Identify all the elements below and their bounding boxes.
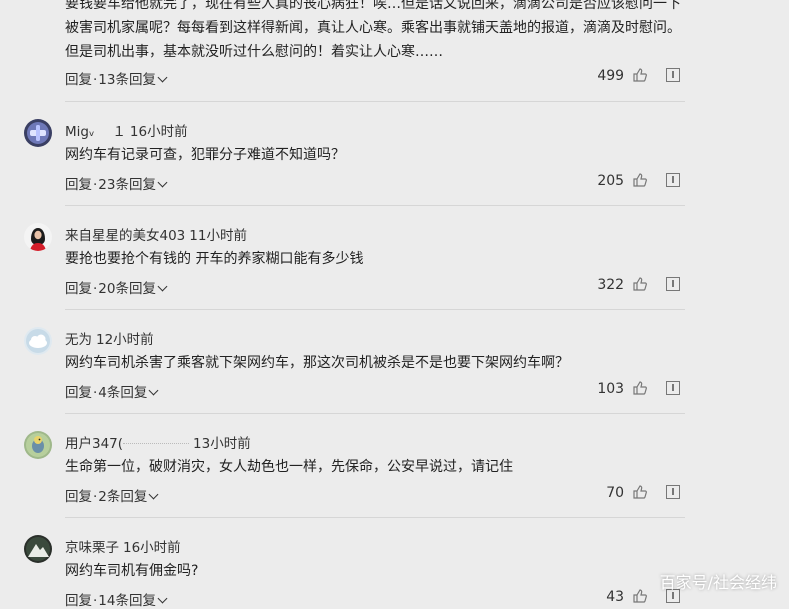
game-avatar-icon [24, 119, 52, 147]
username[interactable]: 京味栗子 [65, 540, 119, 556]
timestamp: 16小时前 [123, 540, 181, 556]
like-area: 499 [560, 67, 680, 84]
watermark: 百家号/社会经纬 [659, 573, 777, 592]
divider [65, 205, 685, 206]
comment-meta: 无为 12小时前 [65, 328, 154, 348]
reply-button[interactable]: 回复 [65, 177, 92, 193]
report-icon[interactable] [666, 381, 680, 395]
thumbs-up-icon[interactable] [632, 172, 648, 188]
like-count: 322 [597, 277, 625, 293]
avatar[interactable] [24, 327, 52, 355]
comment-actions: 回复·20条回复 [65, 277, 168, 297]
divider [65, 413, 685, 414]
like-count: 205 [597, 173, 625, 189]
comment-item: 京味栗子 16小时前 网约车司机有佣金吗? 回复·14条回复 43 [0, 520, 700, 609]
thumbs-up-icon[interactable] [632, 380, 648, 396]
comment-text: 网约车司机有佣金吗? [65, 563, 199, 579]
reply-button[interactable]: 回复 [65, 489, 92, 505]
comment-meta: 京味栗子 16小时前 [65, 536, 181, 556]
mountain-avatar-icon [24, 535, 52, 563]
timestamp: 12小时前 [96, 332, 154, 348]
view-replies-button[interactable]: 20条回复 [98, 281, 168, 297]
like-count: 103 [597, 381, 625, 397]
like-count: 70 [606, 485, 625, 501]
comment-actions: 回复·2条回复 [65, 485, 159, 505]
thumbs-up-icon[interactable] [632, 588, 648, 604]
chevron-down-icon [157, 177, 168, 188]
like-area: 205 [560, 172, 680, 189]
woman-avatar-icon [24, 223, 52, 251]
report-icon[interactable] [666, 68, 680, 82]
timestamp: 13小时前 [193, 436, 251, 452]
comment-text: 网约车有记录可查，犯罪分子难道不知道吗？ [65, 147, 345, 163]
comment-actions: 回复·4条回复 [65, 381, 159, 401]
like-area: 322 [560, 276, 680, 293]
reply-button[interactable]: 回复 [65, 72, 92, 88]
comment-text: 网约车司机杀害了乘客就下架网约车，那这次司机被杀是不是也要下架网约车啊？ [65, 355, 569, 371]
bird-avatar-icon [24, 431, 52, 459]
username[interactable]: 用户347( [65, 436, 123, 452]
comment-text: 要钱要车给他就完了，现在有些人真的丧心病狂！唉…但是话又说回来，滴滴公司是否应该… [65, 0, 705, 64]
view-replies-button[interactable]: 23条回复 [98, 177, 168, 193]
divider [65, 309, 685, 310]
thumbs-up-icon[interactable] [632, 276, 648, 292]
view-replies-button[interactable]: 4条回复 [98, 385, 159, 401]
like-count: 43 [606, 589, 625, 605]
comment-meta: 用户347( 13小时前 [65, 432, 251, 452]
comment-item: 用户347( 13小时前 生命第一位，破财消灾，女人劫色也一样，先保命，公安早说过… [0, 416, 700, 520]
avatar[interactable] [24, 119, 52, 147]
cloud-avatar-icon [24, 327, 52, 355]
like-area: 103 [560, 380, 680, 397]
chevron-down-icon [157, 72, 168, 83]
username[interactable]: Migᵥ １ [65, 124, 126, 140]
comment-actions: 回复·14条回复 [65, 589, 168, 609]
like-count: 499 [597, 68, 625, 84]
timestamp: 16小时前 [129, 124, 188, 140]
avatar[interactable] [24, 223, 52, 251]
report-icon[interactable] [666, 173, 680, 187]
username[interactable]: 无为 [65, 332, 92, 348]
comment-actions: 回复·23条回复 [65, 173, 168, 193]
reply-button[interactable]: 回复 [65, 281, 92, 297]
divider [65, 517, 685, 518]
thumbs-up-icon[interactable] [632, 67, 648, 83]
comment-meta: Migᵥ １ 16小时前 [65, 120, 188, 140]
chevron-down-icon [157, 593, 168, 604]
comment-text-line: 被害司机家属呢？每每看到这样得新闻，真让人心寒。乘客出事就铺天盖地的报道，滴滴及… [65, 20, 681, 36]
view-replies-button[interactable]: 2条回复 [98, 489, 159, 505]
comment-feed: 要钱要车给他就完了，现在有些人真的丧心病狂！唉…但是话又说回来，滴滴公司是否应该… [0, 0, 789, 609]
view-replies-button[interactable]: 13条回复 [98, 72, 168, 88]
comment-actions: 回复·13条回复 [65, 68, 168, 88]
avatar[interactable] [24, 431, 52, 459]
reply-button[interactable]: 回复 [65, 385, 92, 401]
username[interactable]: 来自星星的美女403 [65, 228, 185, 244]
comment-text-line: 要钱要车给他就完了，现在有些人真的丧心病狂！唉…但是话又说回来，滴滴公司是否应该… [65, 0, 681, 12]
comment-item: Migᵥ １ 16小时前 网约车有记录可查，犯罪分子难道不知道吗？ 回复·23条回… [0, 104, 700, 208]
comment-text-line: 但是司机出事，基本就没听过什么慰问的！着实让人心寒…… [65, 44, 443, 60]
report-icon[interactable] [666, 485, 680, 499]
divider [65, 101, 685, 102]
redacted-mark [123, 442, 190, 444]
like-area: 70 [560, 484, 680, 501]
comment-text: 要抢也要抢个有钱的 开车的养家糊口能有多少钱 [65, 251, 364, 267]
chevron-down-icon [148, 385, 159, 396]
timestamp: 11小时前 [189, 228, 247, 244]
chevron-down-icon [148, 489, 159, 500]
comment-text: 生命第一位，破财消灾，女人劫色也一样，先保命，公安早说过，请记住 [65, 459, 513, 475]
comment-item: 无为 12小时前 网约车司机杀害了乘客就下架网约车，那这次司机被杀是不是也要下架网… [0, 312, 700, 416]
report-icon[interactable] [666, 277, 680, 291]
comment-item: 来自星星的美女403 11小时前 要抢也要抢个有钱的 开车的养家糊口能有多少钱 回… [0, 208, 700, 312]
comment-meta: 来自星星的美女403 11小时前 [65, 224, 247, 244]
comment-item-top: 要钱要车给他就完了，现在有些人真的丧心病狂！唉…但是话又说回来，滴滴公司是否应该… [0, 0, 700, 104]
thumbs-up-icon[interactable] [632, 484, 648, 500]
chevron-down-icon [157, 281, 168, 292]
avatar[interactable] [24, 535, 52, 563]
